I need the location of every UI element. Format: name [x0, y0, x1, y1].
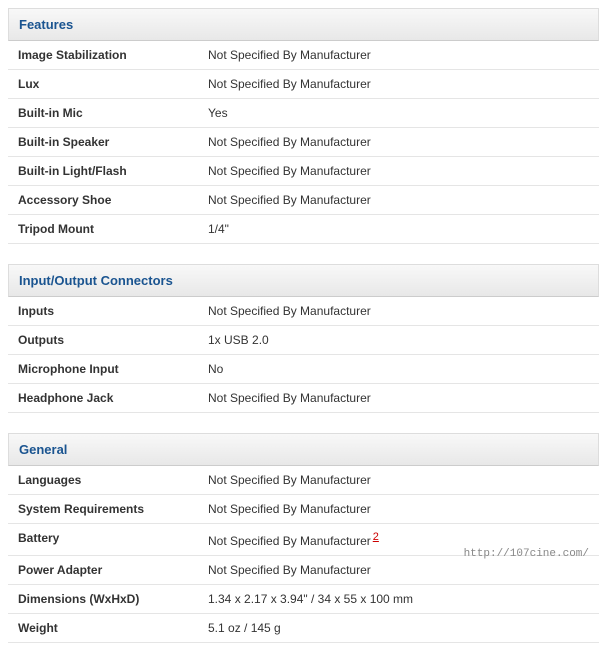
table-row: Tripod Mount 1/4"	[8, 215, 599, 244]
spec-label: Languages	[8, 466, 198, 495]
table-row: Dimensions (WxHxD) 1.34 x 2.17 x 3.94" /…	[8, 585, 599, 614]
spec-value: Not Specified By Manufacturer	[198, 128, 599, 157]
spec-value: Not Specified By Manufacturer	[198, 157, 599, 186]
table-row: Accessory Shoe Not Specified By Manufact…	[8, 186, 599, 215]
spec-value: No	[198, 355, 599, 384]
section-general: General Languages Not Specified By Manuf…	[8, 433, 599, 643]
spec-label: Image Stabilization	[8, 41, 198, 70]
spec-label: Tripod Mount	[8, 215, 198, 244]
spec-value: Not Specified By Manufacturer	[198, 70, 599, 99]
spec-value: 1/4"	[198, 215, 599, 244]
table-row: Headphone Jack Not Specified By Manufact…	[8, 384, 599, 413]
spec-table-features: Image Stabilization Not Specified By Man…	[8, 41, 599, 244]
spec-value-text: Not Specified By Manufacturer	[208, 534, 371, 548]
table-row: Built-in Light/Flash Not Specified By Ma…	[8, 157, 599, 186]
spec-value: Not Specified By Manufacturer	[198, 297, 599, 326]
spec-value: 5.1 oz / 145 g	[198, 614, 599, 643]
spec-value: Yes	[198, 99, 599, 128]
table-row: Weight 5.1 oz / 145 g	[8, 614, 599, 643]
spec-label: Inputs	[8, 297, 198, 326]
spec-label: Built-in Speaker	[8, 128, 198, 157]
table-row: Image Stabilization Not Specified By Man…	[8, 41, 599, 70]
watermark: http://107cine.com/	[464, 548, 589, 560]
spec-label: Headphone Jack	[8, 384, 198, 413]
spec-label: Accessory Shoe	[8, 186, 198, 215]
table-row: Built-in Mic Yes	[8, 99, 599, 128]
spec-value: 1x USB 2.0	[198, 326, 599, 355]
table-row: Built-in Speaker Not Specified By Manufa…	[8, 128, 599, 157]
spec-label: Built-in Mic	[8, 99, 198, 128]
spec-value: Not Specified By Manufacturer	[198, 466, 599, 495]
spec-value: 1.34 x 2.17 x 3.94" / 34 x 55 x 100 mm	[198, 585, 599, 614]
spec-label: Outputs	[8, 326, 198, 355]
spec-label: Microphone Input	[8, 355, 198, 384]
spec-value: Not Specified By Manufacturer	[198, 495, 599, 524]
spec-value: Not Specified By Manufacturer	[198, 384, 599, 413]
spec-label: System Requirements	[8, 495, 198, 524]
spec-table-io: Inputs Not Specified By Manufacturer Out…	[8, 297, 599, 413]
footnote-link[interactable]: 2	[373, 531, 379, 543]
spec-label: Lux	[8, 70, 198, 99]
table-row: Outputs 1x USB 2.0	[8, 326, 599, 355]
section-header-general: General	[8, 433, 599, 466]
spec-label: Built-in Light/Flash	[8, 157, 198, 186]
table-row: Languages Not Specified By Manufacturer	[8, 466, 599, 495]
spec-label: Dimensions (WxHxD)	[8, 585, 198, 614]
spec-value: Not Specified By Manufacturer	[198, 41, 599, 70]
section-header-features: Features	[8, 8, 599, 41]
table-row: Inputs Not Specified By Manufacturer	[8, 297, 599, 326]
section-header-io: Input/Output Connectors	[8, 264, 599, 297]
section-io: Input/Output Connectors Inputs Not Speci…	[8, 264, 599, 413]
table-row: Microphone Input No	[8, 355, 599, 384]
spec-label: Power Adapter	[8, 556, 198, 585]
table-row: System Requirements Not Specified By Man…	[8, 495, 599, 524]
section-features: Features Image Stabilization Not Specifi…	[8, 8, 599, 244]
spec-label: Weight	[8, 614, 198, 643]
spec-value: Not Specified By Manufacturer	[198, 186, 599, 215]
spec-label: Battery	[8, 524, 198, 556]
table-row: Lux Not Specified By Manufacturer	[8, 70, 599, 99]
